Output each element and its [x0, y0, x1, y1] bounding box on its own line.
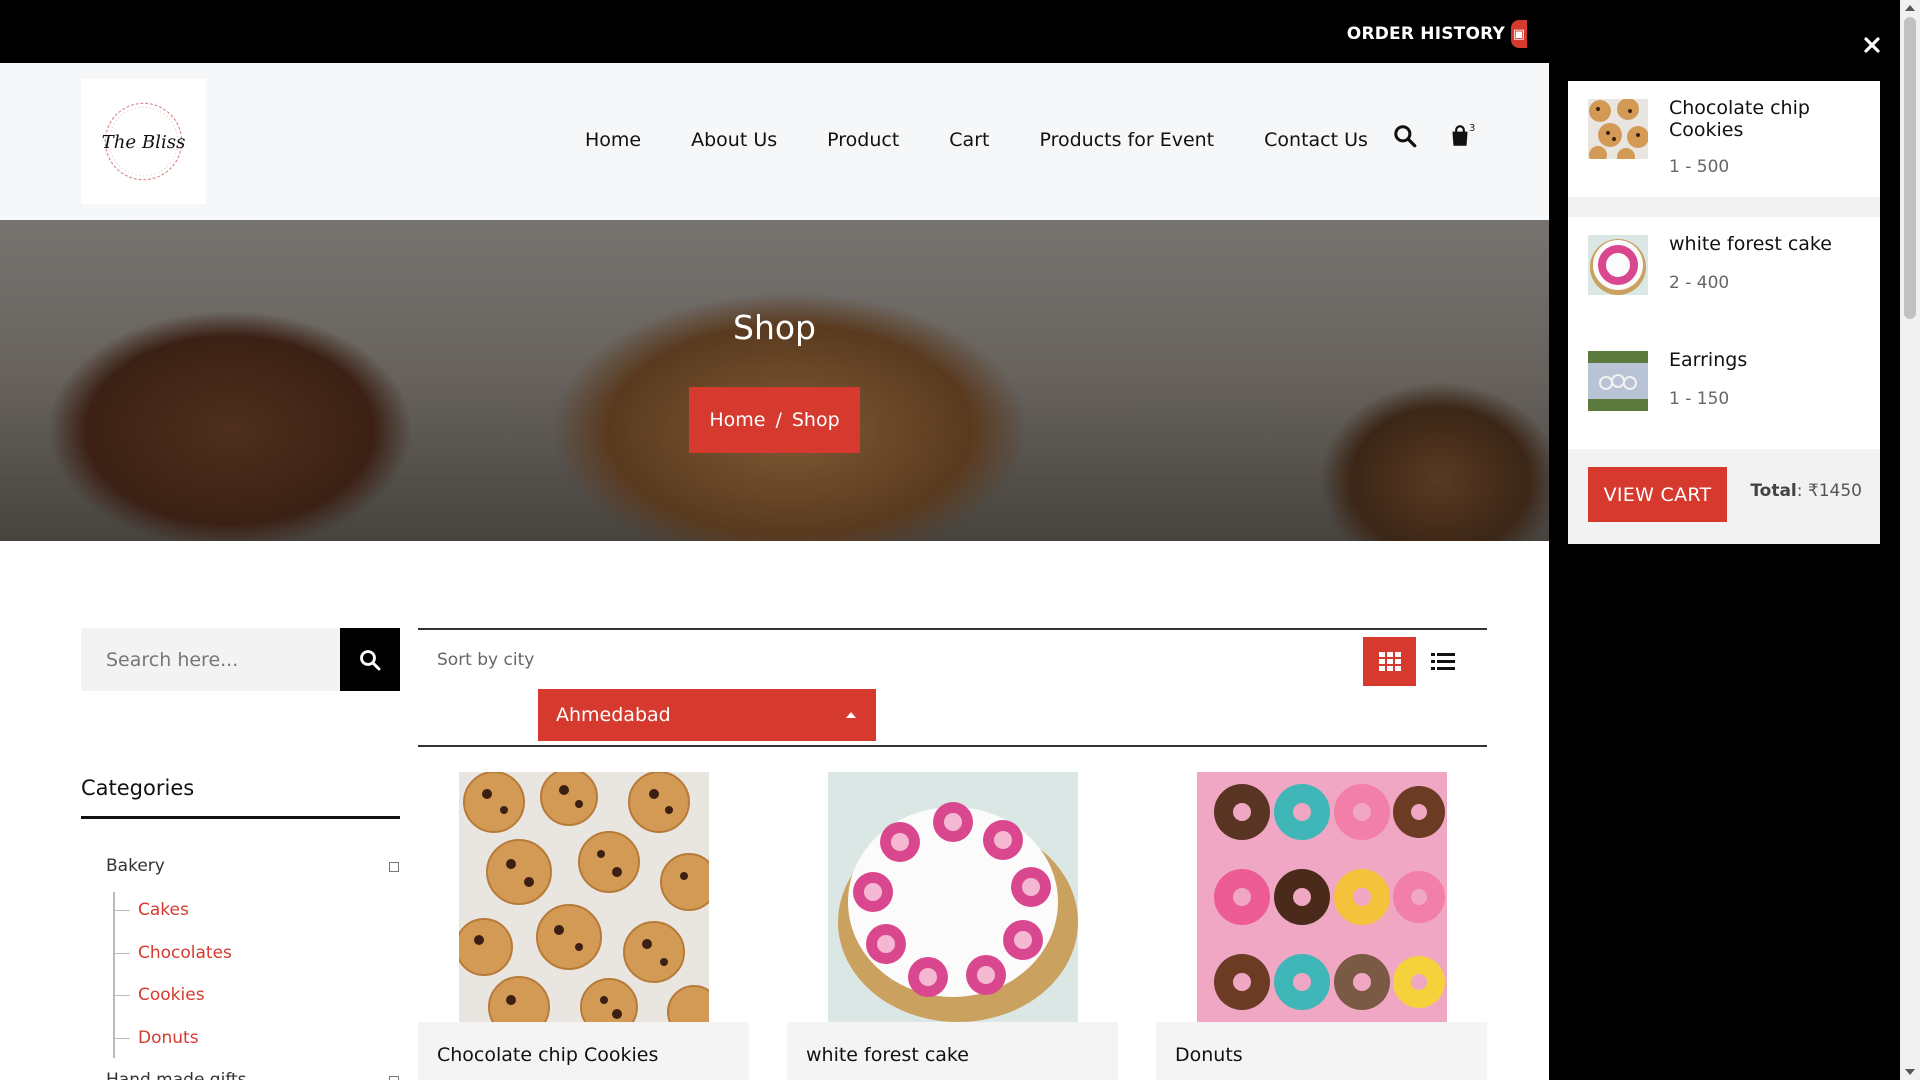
grid-view-button[interactable] — [1363, 637, 1416, 686]
cart-item-name[interactable]: Earrings — [1669, 349, 1869, 371]
product-image-cookies[interactable] — [459, 772, 709, 1022]
city-select[interactable]: Ahmedabad — [538, 689, 876, 741]
cart-item-qty-price: 1 - 150 — [1669, 389, 1730, 409]
product-card[interactable]: Chocolate chip Cookies — [418, 772, 749, 1080]
cart-total-label: Total — [1750, 481, 1797, 501]
page-banner: Shop Home / Shop — [0, 220, 1549, 541]
product-title[interactable]: Donuts — [1156, 1022, 1487, 1080]
category-cakes[interactable]: Cakes — [115, 900, 189, 920]
cart-count-badge: 3 — [1469, 123, 1476, 134]
nav-home[interactable]: Home — [585, 129, 641, 151]
nav-cart[interactable]: Cart — [949, 129, 989, 151]
cart-item-thumbnail — [1588, 351, 1648, 411]
product-search — [81, 628, 340, 691]
collapse-toggle-icon[interactable] — [389, 1076, 399, 1080]
city-select-value: Ahmedabad — [556, 704, 671, 726]
site-header: The Bliss Home About Us Product Cart Pro… — [0, 63, 1549, 220]
cart-item-thumbnail — [1588, 99, 1648, 159]
mini-cart-panel: Chocolate chip Cookies 1 - 500 white for… — [1568, 81, 1880, 544]
cart-item-name[interactable]: Chocolate chip Cookies — [1669, 97, 1869, 141]
view-cart-button[interactable]: VIEW CART — [1588, 467, 1727, 522]
scrollbar-thumb[interactable] — [1904, 17, 1916, 319]
breadcrumb: Home / Shop — [689, 387, 860, 453]
toolbar-bottom-border — [418, 745, 1487, 747]
cart-total-value: ₹1450 — [1807, 481, 1862, 501]
scroll-up-arrow-icon[interactable] — [1905, 5, 1915, 11]
category-cookies[interactable]: Cookies — [115, 985, 205, 1005]
grid-icon — [1378, 651, 1401, 671]
collapse-toggle-icon[interactable] — [389, 862, 399, 872]
product-image-white-forest-cake[interactable] — [828, 772, 1078, 1022]
product-image-donuts[interactable] — [1197, 772, 1447, 1022]
category-chocolates[interactable]: Chocolates — [115, 943, 232, 963]
cart-item-qty-price: 2 - 400 — [1669, 273, 1730, 293]
breadcrumb-separator: / — [775, 409, 782, 431]
product-title[interactable]: Chocolate chip Cookies — [418, 1022, 749, 1080]
logo-text: The Bliss — [102, 132, 186, 153]
breadcrumb-home[interactable]: Home — [709, 409, 765, 431]
mini-cart-item[interactable]: white forest cake 2 - 400 — [1568, 217, 1880, 333]
logo-wreath-icon: The Bliss — [102, 102, 186, 181]
mini-cart-item[interactable]: Chocolate chip Cookies 1 - 500 — [1568, 81, 1880, 197]
sort-label: Sort by city — [437, 650, 535, 670]
caret-up-icon — [846, 712, 856, 718]
top-bar: ORDER HISTORY ▣ — [0, 0, 1549, 63]
nav-product[interactable]: Product — [827, 129, 899, 151]
page-title: Shop — [733, 308, 816, 347]
categories-heading: Categories — [81, 776, 195, 800]
category-bakery[interactable]: Bakery — [106, 856, 165, 876]
nav-about-us[interactable]: About Us — [691, 129, 777, 151]
cart-total-colon: : — [1796, 481, 1808, 501]
product-title[interactable]: white forest cake — [787, 1022, 1118, 1080]
order-history-icon: ▣ — [1511, 20, 1527, 48]
order-history-label: ORDER HISTORY — [1346, 24, 1505, 44]
list-icon — [1430, 652, 1455, 670]
scroll-down-arrow-icon[interactable] — [1905, 1069, 1915, 1075]
toolbar-top-border — [418, 628, 1487, 630]
search-input[interactable] — [81, 628, 340, 691]
category-hand-made-gifts[interactable]: Hand made gifts — [106, 1070, 247, 1080]
close-icon[interactable] — [1861, 34, 1883, 56]
mini-cart-item[interactable]: Earrings 1 - 150 — [1568, 333, 1880, 449]
site-logo[interactable]: The Bliss — [81, 79, 206, 204]
list-view-button[interactable] — [1416, 637, 1469, 686]
categories-divider — [81, 816, 400, 819]
cart-item-thumbnail — [1588, 235, 1648, 295]
category-tree-line — [113, 892, 115, 1058]
cart-item-qty-price: 1 - 500 — [1669, 157, 1730, 177]
cart-total: Total: ₹1450 — [1750, 481, 1862, 501]
nav-products-for-event[interactable]: Products for Event — [1039, 129, 1214, 151]
search-icon[interactable] — [1392, 123, 1418, 149]
product-card[interactable]: white forest cake — [787, 772, 1118, 1080]
nav-contact-us[interactable]: Contact Us — [1264, 129, 1368, 151]
main-nav: Home About Us Product Cart Products for … — [585, 129, 1368, 151]
search-button[interactable] — [340, 628, 400, 691]
category-donuts[interactable]: Donuts — [115, 1028, 199, 1048]
page-scrollbar[interactable] — [1900, 0, 1920, 1080]
order-history-link[interactable]: ORDER HISTORY ▣ — [1347, 20, 1527, 48]
search-icon — [360, 649, 381, 670]
breadcrumb-current: Shop — [791, 409, 840, 431]
cart-item-name[interactable]: white forest cake — [1669, 233, 1869, 255]
product-card[interactable]: Donuts — [1156, 772, 1487, 1080]
